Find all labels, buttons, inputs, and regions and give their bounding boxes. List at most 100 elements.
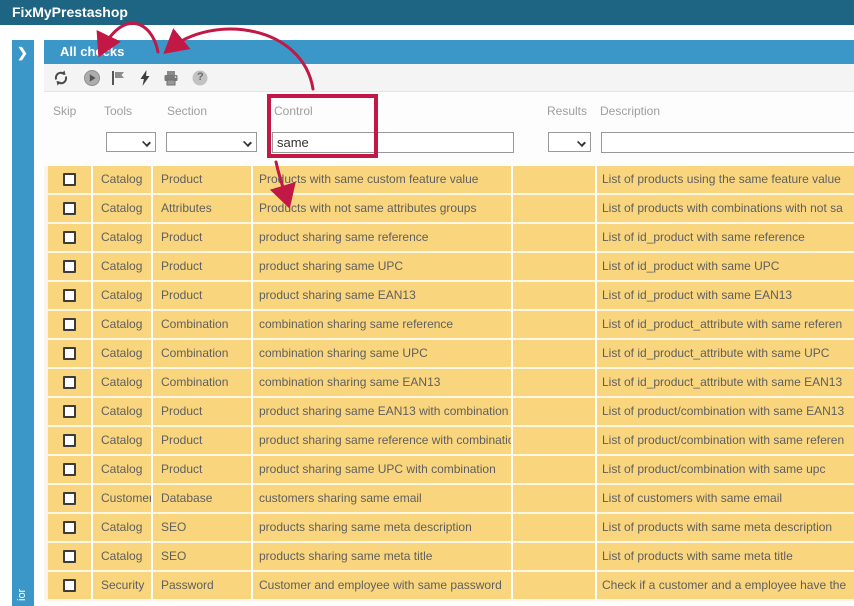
print-icon[interactable] <box>162 69 180 87</box>
section-cell: Product <box>153 427 253 456</box>
skip-checkbox[interactable] <box>63 376 76 389</box>
results-cell <box>513 543 597 572</box>
skip-checkbox[interactable] <box>63 173 76 186</box>
results-filter-select[interactable] <box>548 132 591 152</box>
flag-icon[interactable] <box>109 69 127 87</box>
control-cell: Customer and employee with same password <box>253 572 513 601</box>
chevron-down-icon <box>142 138 151 147</box>
skip-checkbox[interactable] <box>63 202 76 215</box>
tools-cell: Catalog <box>93 456 153 485</box>
description-cell: List of products with same meta title <box>597 543 854 572</box>
section-filter-select[interactable] <box>166 132 257 152</box>
description-cell: List of id_product_attribute with same r… <box>597 311 854 340</box>
description-cell: List of products using the same feature … <box>597 166 854 195</box>
table-row: CatalogProductProducts with same custom … <box>44 166 854 195</box>
skip-cell <box>44 485 93 514</box>
fix-lightning-icon[interactable] <box>136 69 154 87</box>
table-row: CatalogAttributesProducts with not same … <box>44 195 854 224</box>
app-title: FixMyPrestashop <box>12 4 128 20</box>
tools-cell: Security <box>93 572 153 601</box>
table-row: CatalogProductproduct sharing same UPCLi… <box>44 253 854 282</box>
description-cell: List of products with combinations with … <box>597 195 854 224</box>
results-cell <box>513 282 597 311</box>
control-cell: combination sharing same UPC <box>253 340 513 369</box>
control-cell: Products with same custom feature value <box>253 166 513 195</box>
table-row: CatalogProductproduct sharing same refer… <box>44 427 854 456</box>
table-row: CatalogCombinationcombination sharing sa… <box>44 369 854 398</box>
table-row: CatalogCombinationcombination sharing sa… <box>44 311 854 340</box>
table-row: CatalogProductproduct sharing same refer… <box>44 224 854 253</box>
description-cell: List of product/combination with same re… <box>597 427 854 456</box>
section-cell: Combination <box>153 369 253 398</box>
control-filter-input[interactable] <box>272 132 514 153</box>
results-cell <box>513 311 597 340</box>
section-cell: SEO <box>153 514 253 543</box>
help-icon[interactable]: ? <box>191 69 209 87</box>
control-cell: product sharing same EAN13 <box>253 282 513 311</box>
skip-checkbox[interactable] <box>63 492 76 505</box>
description-filter-input[interactable] <box>601 132 854 153</box>
col-header-section: Section <box>167 104 207 118</box>
skip-checkbox[interactable] <box>63 318 76 331</box>
skip-checkbox[interactable] <box>63 521 76 534</box>
table-row: CatalogSEOproducts sharing same meta des… <box>44 514 854 543</box>
skip-checkbox[interactable] <box>63 260 76 273</box>
sidebar-expand-chevron-icon[interactable]: ❯ <box>17 45 28 61</box>
results-cell <box>513 398 597 427</box>
refresh-icon[interactable] <box>52 69 70 87</box>
skip-checkbox[interactable] <box>63 463 76 476</box>
tools-cell: Catalog <box>93 398 153 427</box>
section-cell: Product <box>153 282 253 311</box>
section-cell: Password <box>153 572 253 601</box>
results-cell <box>513 427 597 456</box>
skip-checkbox[interactable] <box>63 289 76 302</box>
control-cell: product sharing same EAN13 with combinat… <box>253 398 513 427</box>
tools-cell: Catalog <box>93 514 153 543</box>
section-cell: Combination <box>153 311 253 340</box>
skip-checkbox[interactable] <box>63 550 76 563</box>
skip-checkbox[interactable] <box>63 579 76 592</box>
all-checks-panel: All checks <box>44 40 854 606</box>
skip-checkbox[interactable] <box>63 405 76 418</box>
results-cell <box>513 369 597 398</box>
skip-checkbox[interactable] <box>63 231 76 244</box>
table-row: CatalogProductproduct sharing same UPC w… <box>44 456 854 485</box>
section-cell: Product <box>153 456 253 485</box>
tools-cell: Catalog <box>93 311 153 340</box>
results-cell <box>513 514 597 543</box>
description-cell: List of id_product_attribute with same E… <box>597 369 854 398</box>
section-cell: Combination <box>153 340 253 369</box>
description-cell: List of id_product with same UPC <box>597 253 854 282</box>
section-cell: Attributes <box>153 195 253 224</box>
tools-cell: Catalog <box>93 427 153 456</box>
results-cell <box>513 572 597 601</box>
skip-cell <box>44 340 93 369</box>
chevron-down-icon <box>243 138 252 147</box>
description-cell: List of customers with same email <box>597 485 854 514</box>
skip-checkbox[interactable] <box>63 434 76 447</box>
tools-filter-select[interactable] <box>106 132 156 152</box>
table-row: CatalogProductproduct sharing same EAN13… <box>44 398 854 427</box>
run-icon[interactable] <box>83 69 101 87</box>
control-cell: product sharing same reference with comb… <box>253 427 513 456</box>
control-cell: products sharing same meta description <box>253 514 513 543</box>
sidebar-vertical-text: ior <box>16 589 28 601</box>
skip-cell <box>44 427 93 456</box>
table-body: CatalogProductProducts with same custom … <box>44 166 854 601</box>
control-cell: combination sharing same reference <box>253 311 513 340</box>
results-cell <box>513 485 597 514</box>
skip-cell <box>44 543 93 572</box>
section-cell: Database <box>153 485 253 514</box>
description-cell: List of product/combination with same up… <box>597 456 854 485</box>
section-cell: Product <box>153 224 253 253</box>
tools-cell: Catalog <box>93 195 153 224</box>
tools-cell: Catalog <box>93 224 153 253</box>
tools-cell: Catalog <box>93 543 153 572</box>
section-cell: SEO <box>153 543 253 572</box>
skip-cell <box>44 224 93 253</box>
control-cell: product sharing same reference <box>253 224 513 253</box>
skip-checkbox[interactable] <box>63 347 76 360</box>
skip-cell <box>44 369 93 398</box>
col-header-control: Control <box>274 104 313 118</box>
skip-cell <box>44 572 93 601</box>
